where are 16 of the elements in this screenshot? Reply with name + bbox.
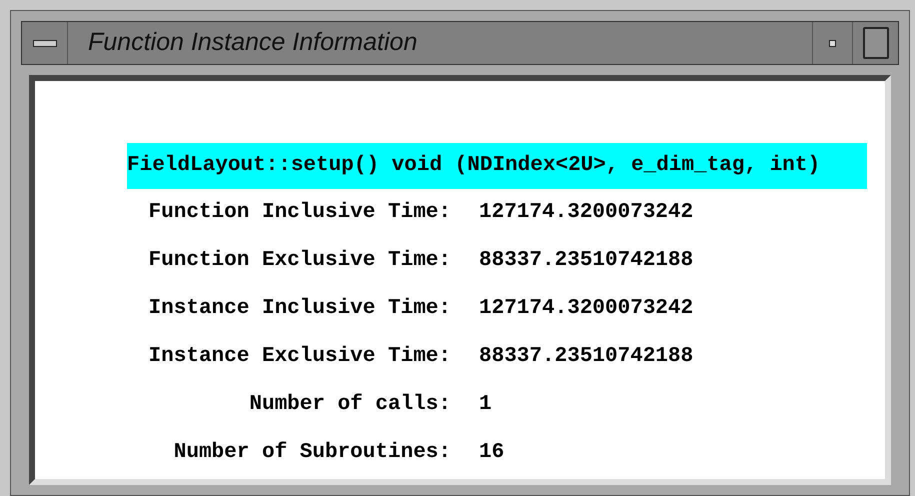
bar-icon: [32, 40, 56, 46]
field-value: 127174.3200073242: [479, 296, 694, 322]
field-value: 16: [479, 440, 506, 466]
field-label: Number of calls:: [248, 392, 451, 418]
window-title: Function Instance Information: [87, 27, 418, 58]
field-label: Function Exclusive Time:: [148, 248, 451, 274]
field-value: 88337.23510742188: [479, 344, 694, 370]
function-signature: FieldLayout::setup() void (NDIndex<2U>, e_dim_tag, int): [127, 143, 867, 189]
square-icon: [862, 27, 888, 59]
field-label: Number of Subroutines:: [172, 440, 451, 466]
field-label: Instance Exclusive Time:: [148, 344, 451, 370]
field-label: Function Inclusive Time:: [148, 200, 451, 226]
field-value: 127174.3200073242: [479, 200, 694, 226]
field-value: 1: [479, 392, 493, 418]
field-label: Instance Inclusive Time:: [148, 296, 451, 322]
field-value: 88337.23510742188: [479, 248, 694, 274]
